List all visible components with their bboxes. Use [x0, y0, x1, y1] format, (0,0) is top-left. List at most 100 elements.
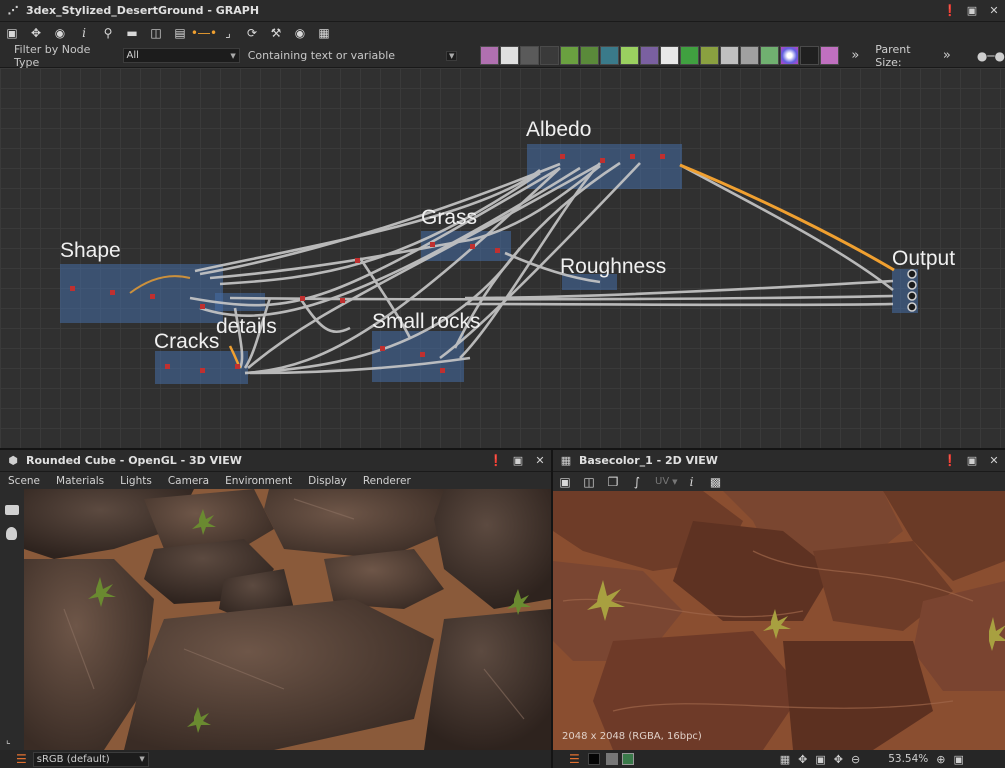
menu-display[interactable]: Display [308, 475, 347, 487]
info-icon[interactable]: i [682, 472, 702, 492]
zoom-out-icon[interactable]: ⊖ [851, 753, 860, 766]
tile-node-icon[interactable] [600, 46, 620, 65]
close-icon[interactable]: ✕ [533, 453, 547, 467]
crop-icon[interactable]: ▦ [314, 23, 334, 43]
node-wires [70, 154, 917, 375]
wire-icon[interactable]: ⌟ [218, 23, 238, 43]
graph-panel-title: 3dex_Stylized_DesertGround - GRAPH [26, 4, 260, 17]
frame-label-small-rocks[interactable]: Small rocks [372, 310, 481, 334]
view2d-statusbar: ☰ ▦ ✥ ▣ ✥ ⊖ 53.54% ⊕ ▣ [553, 750, 1005, 768]
chevron-down-icon[interactable]: ▼ [445, 50, 458, 61]
zoom-in-icon[interactable]: ⊕ [936, 753, 945, 766]
view3d-statusbar: ☰ sRGB (default) ▼ [0, 750, 551, 768]
frame-label-cracks[interactable]: Cracks [154, 330, 219, 354]
frame-label-shape[interactable]: Shape [60, 239, 121, 263]
frame-all-icon[interactable]: ▣ [2, 23, 22, 43]
node-type-select[interactable]: All ▼ [122, 48, 240, 63]
fit-view-icon[interactable]: ▣ [555, 472, 575, 492]
frame-tool-icon[interactable]: ⌞ [6, 735, 11, 746]
filter-node-icon[interactable] [680, 46, 700, 65]
zoom-level[interactable]: 53.54% [888, 753, 928, 765]
menu-lights[interactable]: Lights [120, 475, 152, 487]
info-icon[interactable]: i [74, 23, 94, 43]
refresh-icon[interactable]: ⟳ [242, 23, 262, 43]
frame-label-albedo[interactable]: Albedo [526, 118, 591, 142]
maximize-icon[interactable]: ▣ [965, 3, 979, 17]
view2d-viewport[interactable]: 2048 x 2048 (RGBA, 16bpc) [553, 491, 1005, 750]
uv-label[interactable]: UV [655, 476, 669, 487]
snapshot-icon[interactable]: ◉ [290, 23, 310, 43]
light-tool-icon[interactable] [6, 527, 17, 540]
checker-icon[interactable] [605, 753, 618, 765]
mask-node-icon[interactable] [760, 46, 780, 65]
maximize-icon[interactable]: ▣ [511, 453, 525, 467]
node-graph-canvas[interactable]: Albedo Grass Shape Roughness Output deta… [0, 68, 1005, 448]
histogram-icon[interactable]: ▩ [706, 472, 726, 492]
pin-icon[interactable]: ❗ [943, 453, 957, 467]
lock-icon[interactable]: ▣ [954, 753, 964, 766]
color-node-icon[interactable] [780, 46, 800, 65]
transform-node-icon[interactable] [580, 46, 600, 65]
close-icon[interactable]: ✕ [987, 3, 1001, 17]
blend-node-icon[interactable] [520, 46, 540, 65]
more-icon[interactable]: » [943, 48, 951, 63]
pixel-node-icon[interactable] [820, 46, 840, 65]
chevron-down-icon[interactable]: ▼ [672, 478, 677, 486]
grid-icon[interactable]: ▦ [780, 753, 790, 766]
pan-icon[interactable]: ✥ [834, 753, 843, 766]
tools-icon[interactable]: ⚒ [266, 23, 286, 43]
menu-environment[interactable]: Environment [225, 475, 292, 487]
shuffle-node-icon[interactable] [540, 46, 560, 65]
image-icon[interactable] [621, 753, 634, 765]
bitmap-node-icon[interactable] [480, 46, 500, 65]
more-icon[interactable]: » [851, 48, 859, 63]
close-icon[interactable]: ✕ [987, 453, 1001, 467]
camera-tool-icon[interactable] [5, 505, 19, 515]
comment-icon[interactable]: ▤ [170, 23, 190, 43]
layers-icon[interactable]: ☰ [569, 752, 580, 766]
svg-node-icon[interactable] [500, 46, 520, 65]
pan-icon[interactable]: ✥ [26, 23, 46, 43]
share-icon[interactable]: ∫ [627, 472, 647, 492]
3d-terrain-render [24, 489, 551, 750]
colorspace-select[interactable]: sRGB (default) ▼ [32, 751, 149, 767]
menu-materials[interactable]: Materials [56, 475, 104, 487]
fit-icon[interactable]: ▣ [815, 753, 825, 766]
align-icon[interactable]: ◫ [146, 23, 166, 43]
pin-icon[interactable]: ❗ [489, 453, 503, 467]
frame-label-details[interactable]: details [216, 315, 277, 339]
layers-icon[interactable]: ☰ [16, 752, 27, 766]
camera-icon[interactable]: ◉ [50, 23, 70, 43]
view2d-toolbar: ▣ ◫ ❐ ∫ UV ▼ i ▩ [553, 472, 1005, 491]
menu-camera[interactable]: Camera [168, 475, 209, 487]
save-icon[interactable]: ◫ [579, 472, 599, 492]
frame-label-output[interactable]: Output [892, 247, 955, 271]
noise-node-icon[interactable] [740, 46, 760, 65]
black-swatch-icon[interactable] [587, 753, 600, 765]
view3d-viewport[interactable] [24, 489, 551, 750]
frame-label-grass[interactable]: Grass [421, 206, 477, 230]
cube-icon: ⬢ [8, 454, 18, 467]
menu-scene[interactable]: Scene [8, 475, 40, 487]
material-node-icon[interactable] [700, 46, 720, 65]
move-icon[interactable]: ✥ [798, 753, 807, 766]
text-filter-input[interactable]: Containing text or variable ▼ [243, 48, 459, 63]
curve-node-icon[interactable] [560, 46, 580, 65]
maximize-icon[interactable]: ▣ [965, 453, 979, 467]
search-icon[interactable]: ⚲ [98, 23, 118, 43]
fx-node-icon[interactable] [800, 46, 820, 65]
menu-renderer[interactable]: Renderer [363, 475, 411, 487]
pin-icon[interactable]: ❗ [943, 3, 957, 17]
node-layout-icon[interactable]: ▬ [122, 23, 142, 43]
resolution-info: 2048 x 2048 (RGBA, 16bpc) [562, 731, 702, 742]
warp-node-icon[interactable] [640, 46, 660, 65]
wire-style-icon[interactable]: ●─● [977, 49, 1005, 63]
gradient-node-icon[interactable] [620, 46, 640, 65]
pbr-node-icon[interactable] [720, 46, 740, 65]
colorspace-value: sRGB (default) [36, 753, 110, 765]
frame-label-roughness[interactable]: Roughness [560, 255, 666, 279]
pattern-node-icon[interactable] [660, 46, 680, 65]
copy-icon[interactable]: ❐ [603, 472, 623, 492]
filter-label: Filter by Node Type [14, 42, 91, 69]
link-icon[interactable]: •―• [191, 23, 217, 43]
